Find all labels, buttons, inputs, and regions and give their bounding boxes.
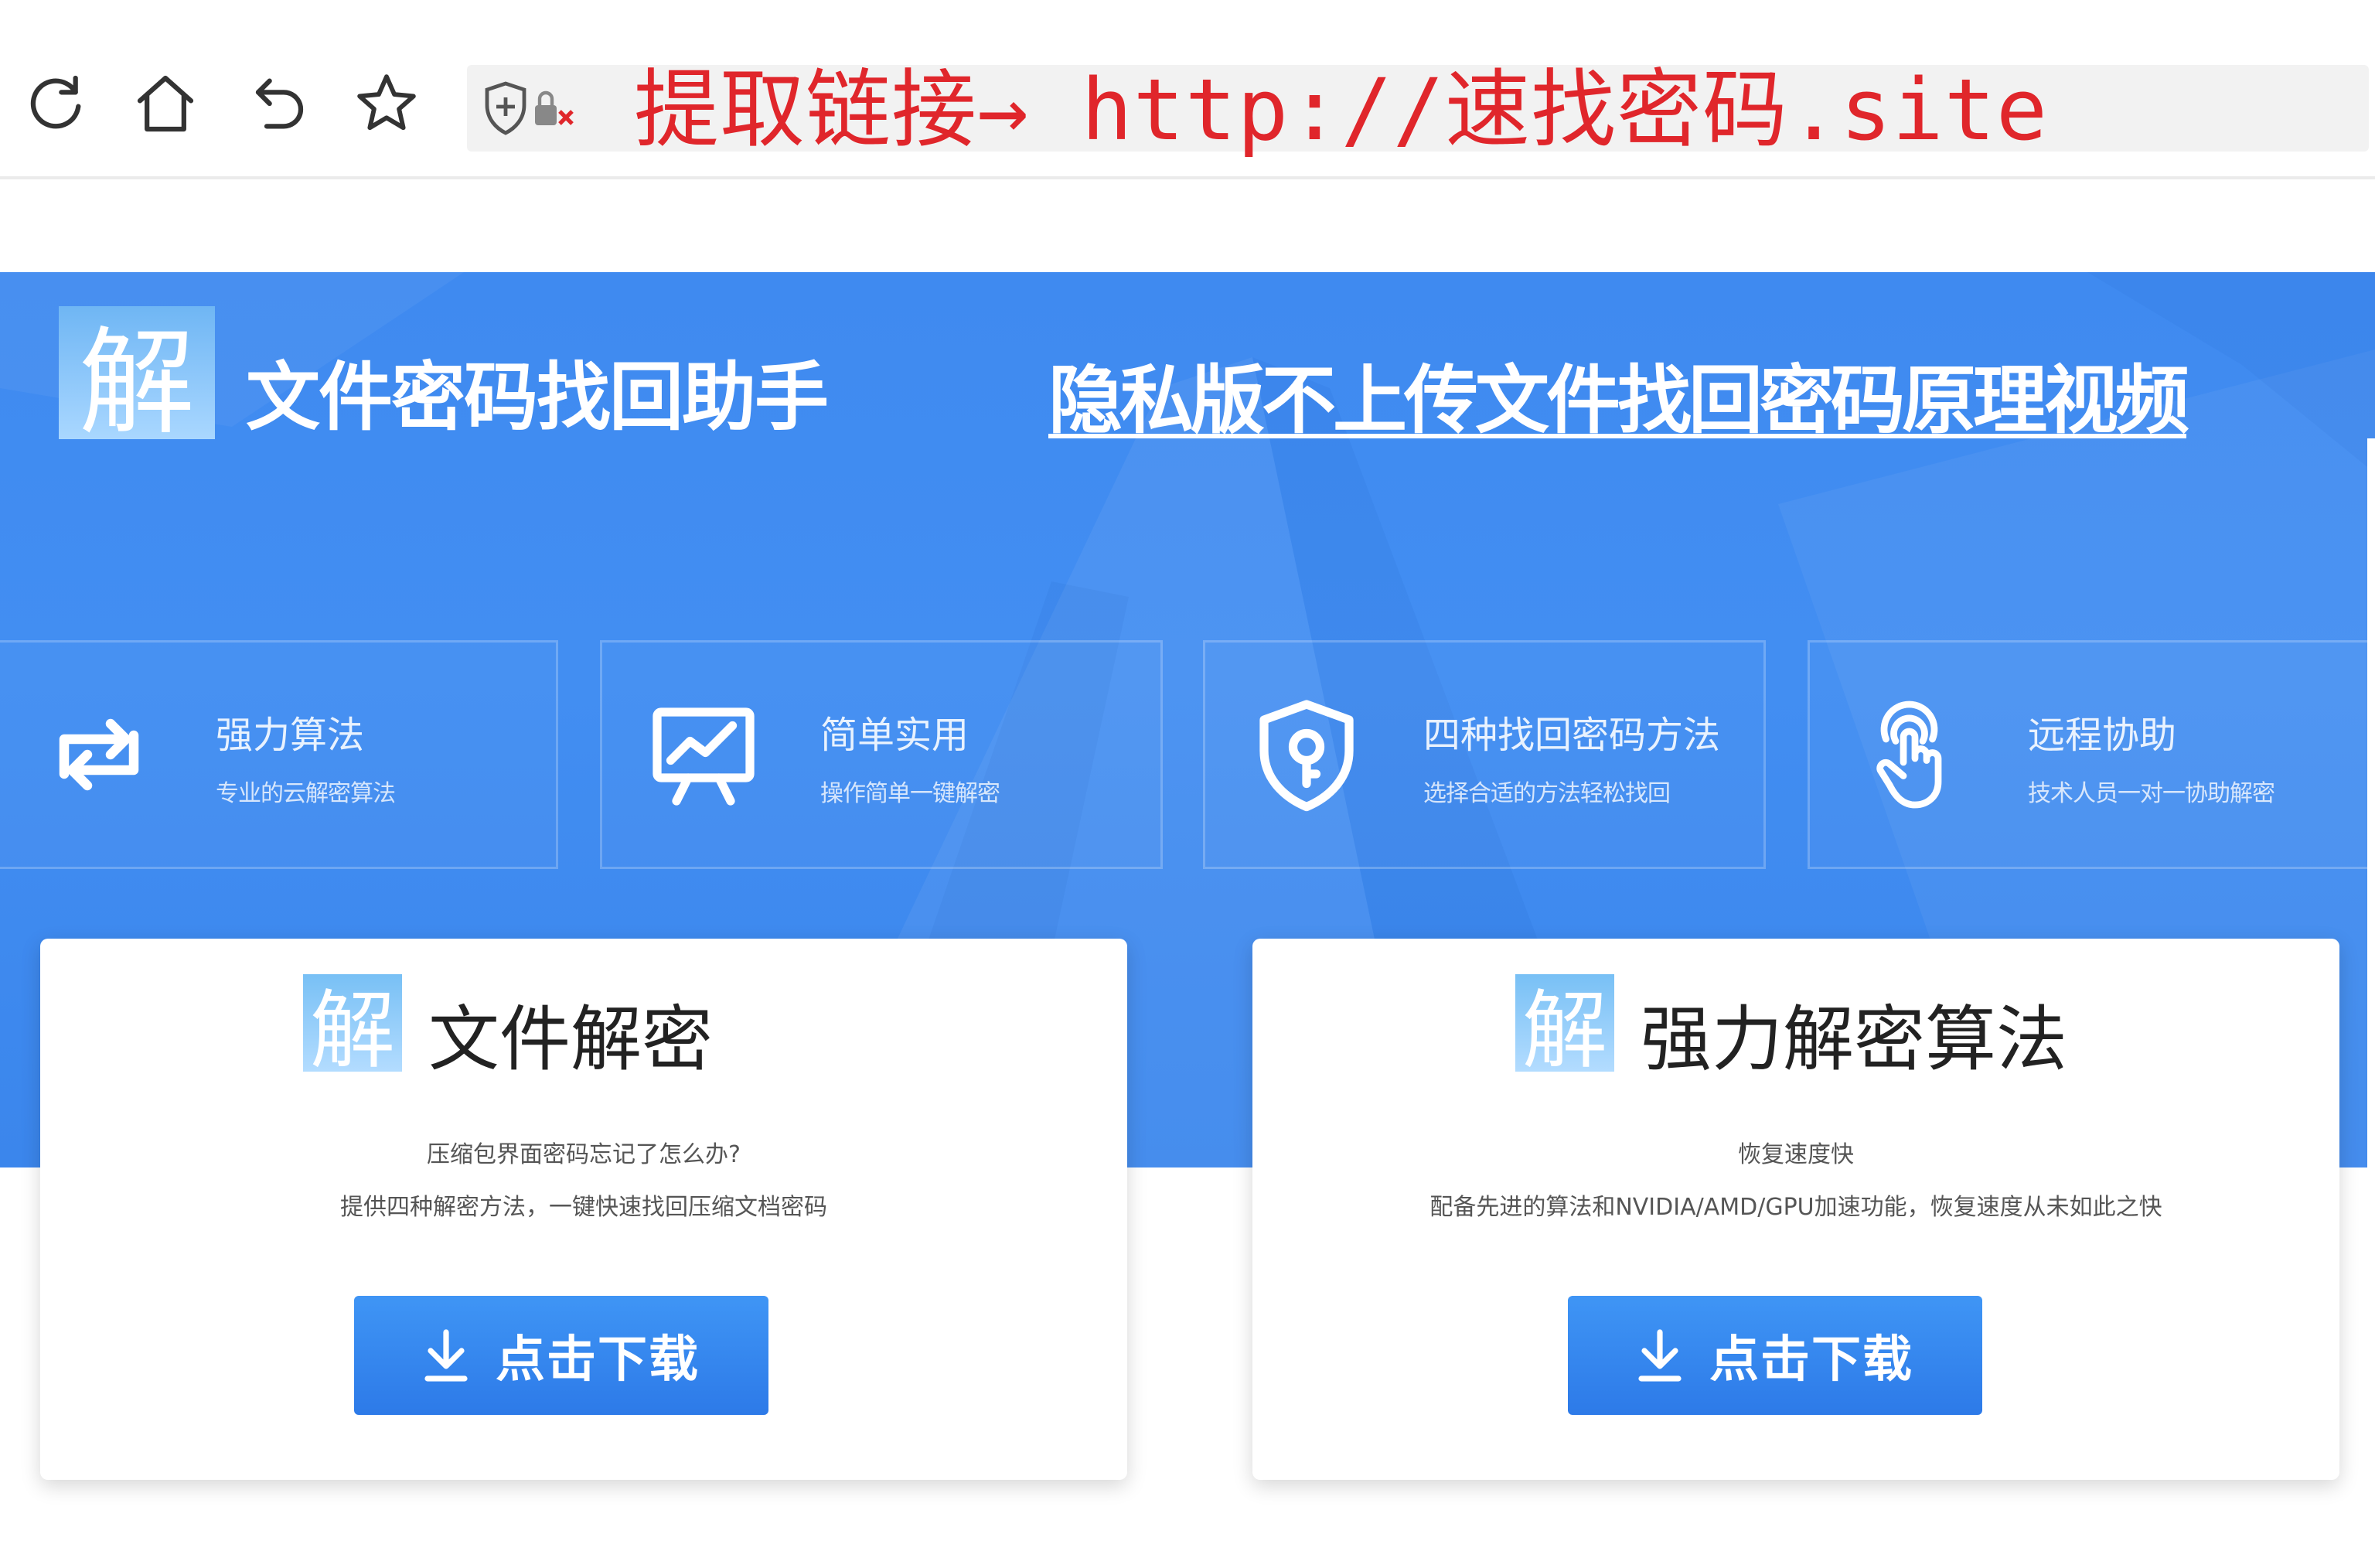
url-text[interactable]: 提取链接→ http://速找密码.site	[634, 65, 2048, 155]
download-button-label: 点击下载	[1709, 1331, 1913, 1389]
feature-remote-assist: 远程协助 技术人员一对一协助解密	[1808, 640, 2370, 869]
download-button[interactable]: 点击下载	[1568, 1296, 1982, 1415]
touch-hand-icon	[1876, 700, 1942, 809]
card-strong-algorithm: 解 强力解密算法 恢复速度快 配备先进的算法和NVIDIA/AMD/GPU加速功…	[1252, 939, 2339, 1480]
card-description: 提供四种解密方法，一键快速找回压缩文档密码	[340, 1194, 827, 1221]
feature-desc: 技术人员一对一协助解密	[2028, 780, 2275, 807]
card-logo: 解	[303, 974, 402, 1080]
feature-desc: 选择合适的方法轻松找回	[1423, 780, 1671, 807]
brand-logo: 解	[59, 306, 215, 451]
card-title: 文件解密	[428, 998, 714, 1081]
address-bar[interactable]: 提取链接→ http://速找密码.site	[467, 65, 2369, 155]
download-button-label: 点击下载	[496, 1331, 700, 1389]
feature-title: 远程协助	[2028, 714, 2177, 757]
download-icon	[1638, 1329, 1682, 1382]
feature-title: 四种找回密码方法	[1423, 714, 1721, 757]
undo-icon[interactable]	[237, 65, 314, 142]
feature-desc: 操作简单一键解密	[820, 780, 1000, 807]
browser-toolbar: 提取链接→ http://速找密码.site	[0, 0, 2375, 179]
feature-desc: 专业的云解密算法	[216, 780, 396, 807]
reload-icon[interactable]	[17, 65, 94, 142]
card-description: 配备先进的算法和NVIDIA/AMD/GPU加速功能，恢复速度从未如此之快	[1429, 1194, 2162, 1221]
security-shield-icon[interactable]	[484, 80, 577, 136]
download-button[interactable]: 点击下载	[354, 1296, 768, 1415]
feature-simple-practical: 简单实用 操作简单一键解密	[600, 640, 1163, 869]
card-file-decrypt: 解 文件解密 压缩包界面密码忘记了怎么办? 提供四种解密方法，一键快速找回压缩文…	[40, 939, 1127, 1480]
card-question: 压缩包界面密码忘记了怎么办?	[427, 1141, 741, 1168]
refresh-arrows-icon	[59, 718, 139, 791]
card-title: 强力解密算法	[1641, 998, 2068, 1081]
feature-title: 强力算法	[216, 714, 365, 757]
card-subtitle: 恢复速度快	[1738, 1141, 1854, 1168]
brand-title: 文件密码找回助手	[246, 354, 829, 441]
card-logo: 解	[1515, 974, 1614, 1080]
presentation-chart-icon	[653, 707, 755, 806]
privacy-video-link[interactable]: 隐私版不上传文件找回密码原理视频	[1048, 340, 2189, 448]
download-icon	[424, 1329, 468, 1382]
feature-strong-algorithm: 强力算法 专业的云解密算法	[0, 640, 558, 869]
home-icon[interactable]	[127, 65, 204, 142]
feature-four-methods: 四种找回密码方法 选择合适的方法轻松找回	[1203, 640, 1766, 869]
feature-title: 简单实用	[820, 714, 969, 757]
bookmark-star-icon[interactable]	[348, 65, 425, 142]
shield-key-icon	[1259, 700, 1354, 812]
